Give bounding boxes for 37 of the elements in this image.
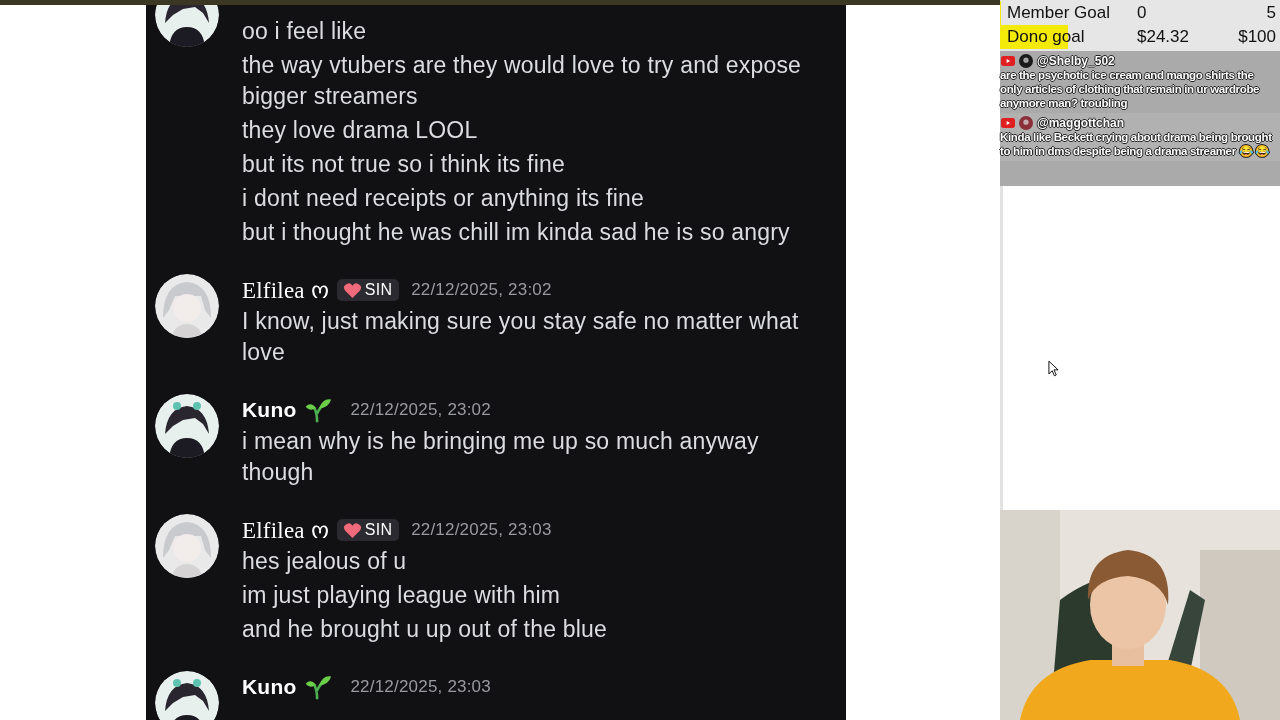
goal-current: $24.32 bbox=[1137, 27, 1190, 47]
goal-label: Member Goal bbox=[1006, 3, 1111, 23]
message-text: im just playing league with him bbox=[242, 581, 562, 610]
chat-username: @Shelby_502 bbox=[1037, 54, 1115, 68]
message-text: I know, just making sure you stay safe no matter what love bbox=[242, 307, 800, 367]
timestamp: 22/12/2025, 23:03 bbox=[411, 520, 552, 540]
heart-icon bbox=[342, 281, 362, 299]
play-icon bbox=[1001, 118, 1015, 128]
user-avatar-icon bbox=[1019, 116, 1033, 130]
cursor-icon bbox=[1048, 360, 1059, 377]
timestamp: 22/12/2025, 23:02 bbox=[350, 400, 491, 420]
tag-label: SIN bbox=[364, 281, 393, 299]
timestamp: 22/12/2025, 23:03 bbox=[350, 677, 491, 697]
message-text: hes jealous of u bbox=[242, 547, 408, 576]
goal-target: $100 bbox=[1238, 27, 1277, 47]
heart-icon bbox=[342, 521, 362, 539]
author-name[interactable]: Elfilea ო bbox=[242, 276, 329, 304]
message-text: oo i feel like bbox=[242, 17, 368, 46]
author-name[interactable]: Kuno bbox=[242, 398, 297, 422]
message-text: i mean why is he bringing me up so much anyway though bbox=[242, 427, 760, 487]
author-name[interactable]: Kuno bbox=[242, 675, 297, 699]
timestamp: 22/12/2025, 23:02 bbox=[411, 280, 552, 300]
goal-current: 0 bbox=[1137, 3, 1148, 23]
author-name[interactable]: Elfilea ო bbox=[242, 516, 329, 544]
seedling-icon bbox=[304, 673, 333, 701]
chat-username: @maggottchan bbox=[1037, 116, 1125, 130]
user-avatar-icon bbox=[1019, 54, 1033, 68]
tag-label: SIN bbox=[364, 521, 393, 539]
chat-message: Kinda like Beckett crying about drama being brought to him in dms despite being a drama streamer 😂 😂 bbox=[1000, 130, 1273, 158]
message-text: but i thought he was chill im kinda sad he is so angry bbox=[242, 218, 791, 247]
play-icon bbox=[1001, 56, 1015, 66]
seedling-icon bbox=[304, 396, 333, 424]
message-text: and he brought u up out of the blue bbox=[242, 615, 609, 644]
goal-target: 5 bbox=[1266, 3, 1277, 23]
message-text: i dont need receipts or anything its fine bbox=[242, 184, 645, 213]
message-text: they love drama LOOL bbox=[242, 116, 479, 145]
message-text: but its not true so i think its fine bbox=[242, 150, 566, 179]
